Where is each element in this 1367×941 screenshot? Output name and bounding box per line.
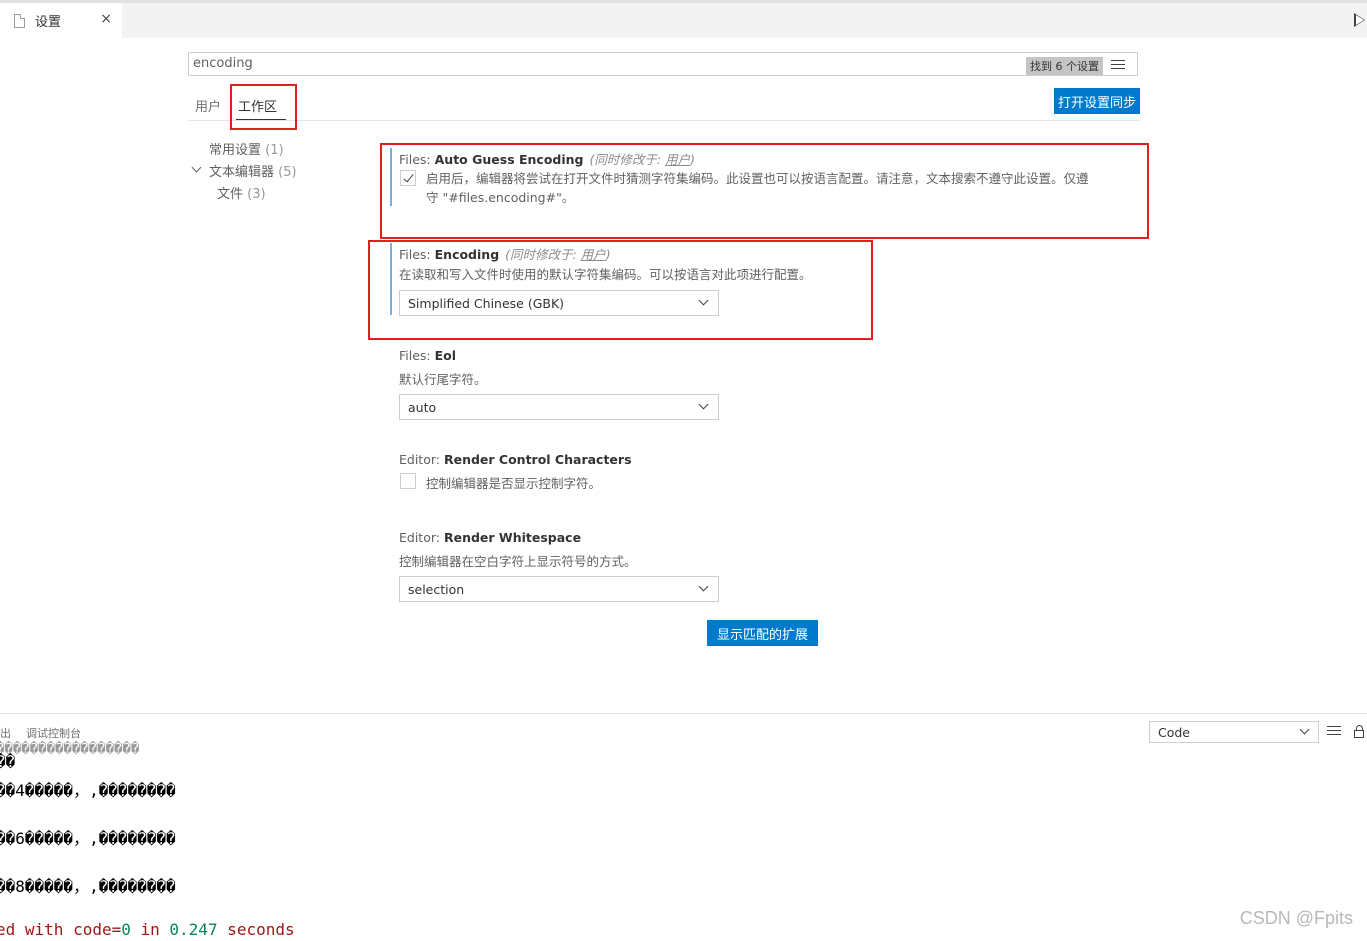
output-done-line: ed with code=0 in 0.247 seconds — [0, 920, 295, 939]
toc-count: (5) — [278, 165, 297, 180]
clear-output-icon[interactable] — [1327, 726, 1341, 738]
annotation-box-workspace-tab — [230, 84, 297, 130]
output-line: ��4�����，‚�������� — [0, 781, 176, 800]
toc-count: (1) — [265, 143, 284, 158]
select-value: Code — [1158, 725, 1191, 740]
chevron-down-icon — [698, 399, 709, 410]
setting-description: 默认行尾字符。 — [399, 372, 487, 387]
editor-tab-bar: 设置 × — [0, 0, 1367, 38]
output-line: �� — [0, 752, 16, 771]
eol-select[interactable]: auto — [399, 394, 719, 420]
output-line: ����������������� — [0, 741, 140, 757]
tab-title: 设置 — [35, 15, 62, 30]
close-icon[interactable]: × — [100, 11, 112, 27]
divider — [188, 120, 1140, 121]
annotation-box-auto-guess — [380, 143, 1149, 239]
setting-name: Render Whitespace — [443, 530, 582, 545]
setting-description: 控制编辑器是否显示控制字符。 — [426, 476, 602, 491]
file-icon — [14, 13, 25, 28]
setting-name: Render Control Characters — [443, 452, 632, 467]
toc-label: 文件 — [217, 187, 244, 202]
search-result-count-badge: 找到 6 个设置 — [1026, 57, 1103, 75]
annotation-box-encoding — [368, 240, 873, 340]
search-value: encoding — [193, 56, 253, 71]
toc-count: (3) — [247, 187, 266, 202]
setting-name: Eol — [434, 348, 457, 363]
panel-divider — [0, 713, 1367, 714]
render-control-characters-checkbox[interactable] — [400, 473, 416, 489]
toc-item-text-editor[interactable]: 文本编辑器 (5) — [209, 161, 297, 180]
tab-user[interactable]: 用户 — [195, 96, 221, 115]
toc-item-common[interactable]: 常用设置 (1) — [209, 139, 284, 158]
done-text: ed with code= — [0, 920, 122, 939]
lock-icon[interactable] — [1354, 725, 1364, 738]
settings-search-input[interactable]: encoding 找到 6 个设置 — [188, 52, 1138, 76]
tab-debug-console[interactable]: 调试控制台 — [26, 725, 81, 741]
tab-output[interactable]: 出 — [0, 725, 11, 741]
setting-category: Files: — [399, 348, 435, 363]
select-value: selection — [408, 582, 465, 597]
exit-code: 0 — [121, 920, 131, 939]
done-text: in — [130, 920, 170, 939]
watermark: CSDN @Fpits — [1239, 908, 1353, 928]
toc-label: 常用设置 — [209, 143, 262, 158]
toc-item-files[interactable]: 文件 (3) — [217, 183, 266, 202]
chevron-down-icon[interactable] — [191, 162, 202, 173]
setting-category: Editor: — [399, 530, 444, 545]
chevron-down-icon — [1299, 724, 1310, 735]
chevron-down-icon — [698, 581, 709, 592]
filter-icon[interactable] — [1111, 60, 1125, 69]
setting-title-render-whitespace: Editor: Render Whitespace — [399, 530, 581, 545]
setting-category: Editor: — [399, 452, 444, 467]
open-settings-sync-button[interactable]: 打开设置同步 — [1054, 88, 1140, 114]
render-whitespace-select[interactable]: selection — [399, 576, 719, 602]
elapsed-time: 0.247 — [169, 920, 218, 939]
output-line: ��8�����，‚�������� — [0, 877, 176, 896]
setting-title-render-control-characters: Editor: Render Control Characters — [399, 452, 632, 467]
setting-title-eol: Files: Eol — [399, 348, 456, 363]
show-matching-extensions-button[interactable]: 显示匹配的扩展 — [707, 620, 818, 646]
settings-tab[interactable]: 设置 × — [0, 3, 122, 38]
run-icon[interactable] — [1354, 13, 1365, 27]
output-line: ��6�����，‚�������� — [0, 829, 176, 848]
output-source-select[interactable]: Code — [1149, 721, 1319, 743]
toc-label: 文本编辑器 — [209, 165, 275, 180]
done-text: seconds — [217, 920, 295, 939]
select-value: auto — [408, 400, 437, 415]
setting-description: 控制编辑器在空白字符上显示符号的方式。 — [399, 554, 637, 569]
